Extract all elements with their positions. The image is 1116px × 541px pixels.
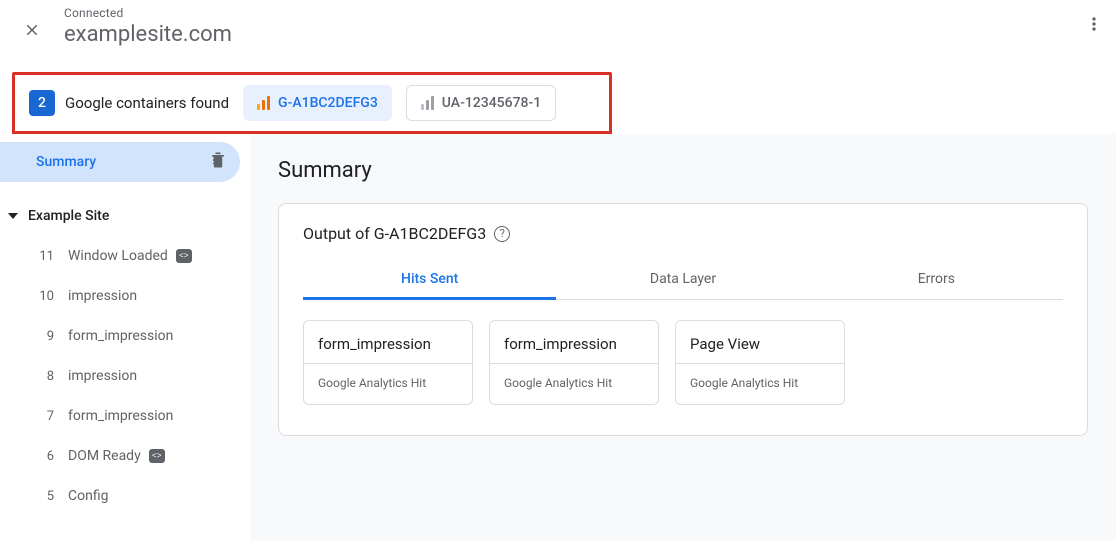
code-badge-icon: <>: [176, 249, 192, 263]
output-tabs: Hits Sent Data Layer Errors: [303, 261, 1063, 300]
page-title: Summary: [278, 158, 1088, 183]
hit-title: form_impression: [490, 321, 658, 363]
hit-title: Page View: [676, 321, 844, 363]
sidebar-item-label: form_impression: [68, 328, 173, 344]
sidebar-summary-label: Summary: [36, 154, 96, 170]
hit-subtitle: Google Analytics Hit: [304, 363, 472, 404]
sidebar-item-index: 5: [30, 489, 54, 504]
containers-count-badge: 2: [29, 90, 55, 116]
sidebar-item-index: 10: [30, 289, 54, 304]
sidebar-event-item[interactable]: 7 form_impression: [0, 396, 250, 436]
sidebar-event-item[interactable]: 6 DOM Ready <>: [0, 436, 250, 476]
container-chip-label: G-A1BC2DEFG3: [278, 95, 378, 111]
sidebar-item-index: 8: [30, 369, 54, 384]
hit-subtitle: Google Analytics Hit: [676, 363, 844, 404]
containers-found-label: Google containers found: [65, 94, 229, 112]
sidebar-event-item[interactable]: 5 Config: [0, 476, 250, 516]
tab-errors[interactable]: Errors: [810, 261, 1063, 299]
sidebar-summary[interactable]: Summary: [0, 142, 240, 182]
close-icon[interactable]: [12, 6, 52, 54]
sidebar-group-toggle[interactable]: Example Site: [0, 196, 250, 236]
sidebar-item-index: 11: [30, 249, 54, 264]
container-chip-label: UA-12345678-1: [442, 95, 541, 111]
hit-card[interactable]: Page ViewGoogle Analytics Hit: [675, 320, 845, 405]
site-hostname: examplesite.com: [64, 22, 232, 47]
sidebar-item-label: impression: [68, 368, 137, 384]
help-icon[interactable]: ?: [494, 226, 510, 242]
hit-card[interactable]: form_impressionGoogle Analytics Hit: [303, 320, 473, 405]
sidebar-item-label: impression: [68, 288, 137, 304]
container-chip-ga4[interactable]: G-A1BC2DEFG3: [243, 85, 392, 121]
sidebar-item-index: 7: [30, 409, 54, 424]
analytics-icon: [257, 96, 270, 110]
sidebar-item-label: DOM Ready: [68, 448, 141, 464]
tab-hits-sent[interactable]: Hits Sent: [303, 261, 556, 300]
hit-title: form_impression: [304, 321, 472, 363]
sidebar-event-item[interactable]: 8 impression: [0, 356, 250, 396]
clear-filter-icon[interactable]: [208, 150, 228, 174]
sidebar-item-index: 6: [30, 449, 54, 464]
sidebar-item-label: Window Loaded: [68, 248, 168, 264]
output-of-label: Output of G-A1BC2DEFG3: [303, 224, 486, 243]
hit-subtitle: Google Analytics Hit: [490, 363, 658, 404]
sidebar-item-index: 9: [30, 329, 54, 344]
analytics-icon: [421, 96, 434, 110]
hit-card[interactable]: form_impressionGoogle Analytics Hit: [489, 320, 659, 405]
sidebar-event-item[interactable]: 11 Window Loaded <>: [0, 236, 250, 276]
sidebar-item-label: form_impression: [68, 408, 173, 424]
more-options-icon[interactable]: [1084, 14, 1104, 38]
sidebar-event-item[interactable]: 10 impression: [0, 276, 250, 316]
output-card: Output of G-A1BC2DEFG3 ? Hits Sent Data …: [278, 203, 1088, 436]
connection-status: Connected: [64, 6, 232, 20]
sidebar-event-item[interactable]: 9 form_impression: [0, 316, 250, 356]
caret-down-icon: [8, 213, 18, 219]
sidebar-item-label: Config: [68, 488, 108, 504]
sidebar: Summary Example Site 11 Window Loaded <> 10…: [0, 134, 250, 541]
code-badge-icon: <>: [149, 449, 165, 463]
tab-data-layer[interactable]: Data Layer: [556, 261, 809, 299]
sidebar-group-label: Example Site: [28, 208, 109, 224]
containers-found-bar: 2 Google containers found G-A1BC2DEFG3 U…: [12, 72, 612, 134]
container-chip-ua[interactable]: UA-12345678-1: [406, 85, 556, 121]
